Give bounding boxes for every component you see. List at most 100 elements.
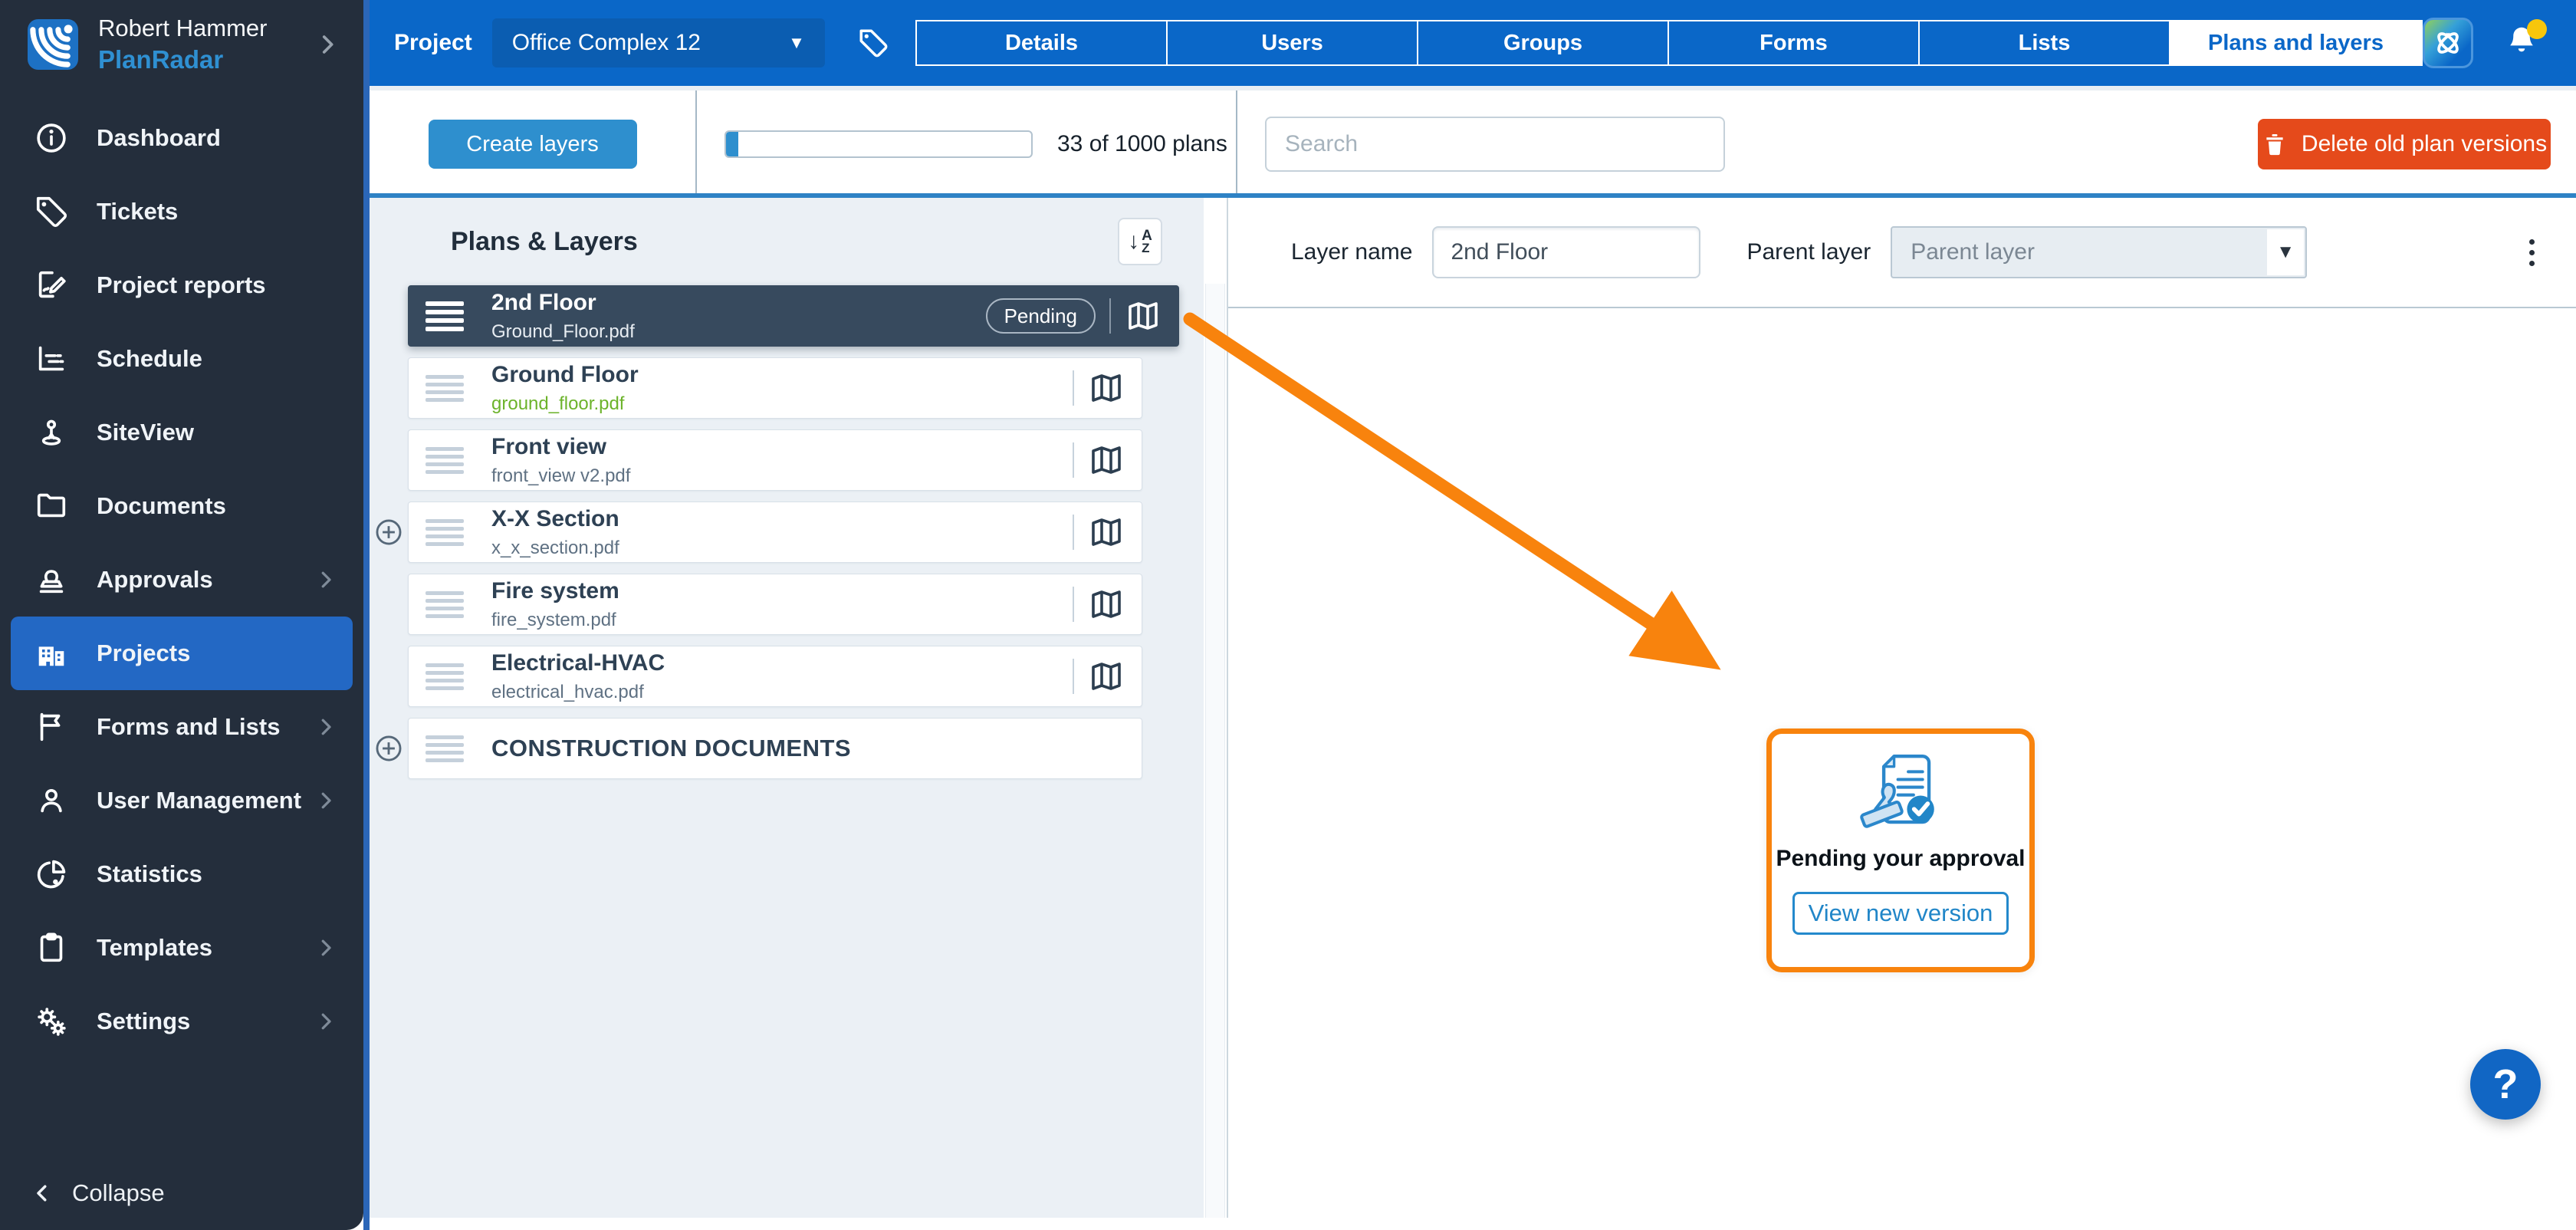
row-divider xyxy=(1073,659,1074,694)
approval-stamp-icon xyxy=(1849,745,1952,843)
sidebar-item-label: Tickets xyxy=(97,198,337,225)
sidebar-item-statistics[interactable]: Statistics xyxy=(0,837,363,911)
sort-az-icon[interactable]: ↓ AZ xyxy=(1118,218,1162,265)
sidebar-item-tickets[interactable]: Tickets xyxy=(0,175,363,248)
plans-panel: Plans & Layers ↓ AZ 2nd FloorGround_Floo… xyxy=(370,198,1204,1218)
project-select[interactable]: Office Complex 12 ▼ xyxy=(492,18,825,67)
collapse-label: Collapse xyxy=(72,1179,165,1207)
sidebar-item-approvals[interactable]: Approvals xyxy=(0,543,363,617)
plan-name: CONSTRUCTION DOCUMENTS xyxy=(491,735,851,762)
sidebar-item-user-management[interactable]: User Management xyxy=(0,764,363,837)
caret-down-icon: ▼ xyxy=(788,33,805,53)
map-icon[interactable] xyxy=(1088,442,1125,479)
collapse-button[interactable]: Collapse xyxy=(31,1172,165,1215)
drag-handle-icon[interactable] xyxy=(426,375,464,402)
sidebar-item-label: SiteView xyxy=(97,419,337,446)
plan-row[interactable]: Fire systemfire_system.pdf xyxy=(408,574,1142,635)
search-input[interactable] xyxy=(1265,117,1725,172)
drag-handle-icon[interactable] xyxy=(426,591,464,618)
sidebar-item-forms-and-lists[interactable]: Forms and Lists xyxy=(0,690,363,764)
add-layer-button[interactable] xyxy=(374,518,403,547)
row-divider xyxy=(1073,515,1074,550)
map-icon[interactable] xyxy=(1088,586,1125,623)
brand-name: PlanRadar xyxy=(98,45,314,74)
sidebar-item-project-reports[interactable]: Project reports xyxy=(0,248,363,322)
plan-filename: Ground_Floor.pdf xyxy=(491,321,635,343)
row-divider xyxy=(1073,442,1074,478)
plan-name: X-X Section xyxy=(491,506,619,532)
parent-layer-select[interactable]: Parent layer ▼ xyxy=(1891,226,2307,278)
scrollbar-track[interactable] xyxy=(1205,284,1225,1218)
sidebar-item-dashboard[interactable]: Dashboard xyxy=(0,101,363,175)
sidebar-item-label: Dashboard xyxy=(97,124,337,152)
drag-handle-icon[interactable] xyxy=(426,735,464,762)
plan-filename: front_view v2.pdf xyxy=(491,465,630,487)
drag-handle-icon[interactable] xyxy=(426,301,464,331)
approval-card: Pending your approval View new version xyxy=(1766,728,2035,972)
documents-icon xyxy=(34,488,69,524)
forms-icon xyxy=(34,709,69,745)
tab-groups[interactable]: Groups xyxy=(1418,21,1669,64)
chevron-right-icon xyxy=(314,31,340,58)
add-layer-button[interactable] xyxy=(374,734,403,763)
sidebar-nav: Dashboard Tickets Project reportsSchedule S… xyxy=(0,101,363,1058)
layer-name-input[interactable] xyxy=(1432,226,1700,278)
plan-row[interactable]: Front view front_view v2.pdf xyxy=(408,429,1142,491)
plan-row[interactable]: 2nd FloorGround_Floor.pdfPending xyxy=(408,285,1179,347)
sidebar-item-schedule[interactable]: Schedule xyxy=(0,322,363,396)
user-account-row[interactable]: Robert Hammer PlanRadar xyxy=(0,0,363,89)
sidebar-item-settings[interactable]: Settings xyxy=(0,985,363,1058)
plan-name: Ground Floor xyxy=(491,362,639,388)
plan-filename: ground_floor.pdf xyxy=(491,393,639,415)
tab-lists[interactable]: Lists xyxy=(1920,21,2170,64)
map-icon[interactable] xyxy=(1088,514,1125,551)
drag-handle-icon[interactable] xyxy=(426,663,464,690)
tab-users[interactable]: Users xyxy=(1168,21,1418,64)
sidebar-item-label: Templates xyxy=(97,934,314,962)
map-icon[interactable] xyxy=(1088,370,1125,406)
layer-detail-panel: Layer name Parent layer Parent layer ▼ xyxy=(1228,198,2576,1218)
map-icon[interactable] xyxy=(1125,298,1162,334)
row-divider xyxy=(1073,587,1074,622)
parent-layer-value: Parent layer xyxy=(1911,239,2035,265)
schedule-icon xyxy=(34,341,69,377)
sidebar-item-label: Projects xyxy=(97,640,337,667)
connect-icon[interactable] xyxy=(2423,18,2473,68)
project-tabs: DetailsUsersGroupsFormsListsPlans and la… xyxy=(915,20,2423,66)
plan-row[interactable]: X-X Section x_x_section.pdf xyxy=(408,502,1142,563)
map-icon[interactable] xyxy=(1088,658,1125,695)
sidebar-item-projects[interactable]: Projects xyxy=(11,617,353,690)
kebab-icon[interactable] xyxy=(2529,239,2535,266)
sidebar-item-siteview[interactable]: SiteView xyxy=(0,396,363,469)
row-divider xyxy=(1073,370,1074,406)
project-select-value: Office Complex 12 xyxy=(512,30,788,56)
sort-letters: AZ xyxy=(1142,229,1152,254)
sidebar-item-label: Approvals xyxy=(97,566,314,594)
plan-name: Fire system xyxy=(491,578,619,604)
chevron-right-icon xyxy=(314,1010,337,1033)
tab-plans-and-layers[interactable]: Plans and layers xyxy=(2170,21,2421,64)
plan-row[interactable]: Electrical-HVACelectrical_hvac.pdf xyxy=(408,646,1142,707)
bell-icon[interactable] xyxy=(2504,22,2542,64)
plan-name: Front view xyxy=(491,434,630,460)
drag-handle-icon[interactable] xyxy=(426,519,464,546)
tag-icon[interactable] xyxy=(857,25,889,61)
sidebar-item-templates[interactable]: Templates xyxy=(0,911,363,985)
tickets-icon xyxy=(34,194,69,229)
plan-filename: x_x_section.pdf xyxy=(491,538,619,559)
tab-details[interactable]: Details xyxy=(917,21,1168,64)
sidebar-item-documents[interactable]: Documents xyxy=(0,469,363,543)
settings-icon xyxy=(34,1004,69,1039)
plan-row[interactable]: CONSTRUCTION DOCUMENTS xyxy=(408,718,1142,779)
plan-row[interactable]: Ground Floor ground_floor.pdf xyxy=(408,357,1142,419)
chevron-right-icon xyxy=(314,936,337,959)
approval-card-title: Pending your approval xyxy=(1776,846,2025,872)
drag-handle-icon[interactable] xyxy=(426,447,464,474)
delete-old-plan-versions-button[interactable]: Delete old plan versions xyxy=(2258,119,2551,169)
row-divider xyxy=(1109,298,1111,334)
create-layers-button[interactable]: Create layers xyxy=(429,120,637,169)
tab-forms[interactable]: Forms xyxy=(1669,21,1920,64)
help-button[interactable]: ? xyxy=(2470,1049,2541,1120)
sidebar: Robert Hammer PlanRadar Dashboard Tickets… xyxy=(0,0,363,1230)
view-new-version-button[interactable]: View new version xyxy=(1792,892,2009,935)
